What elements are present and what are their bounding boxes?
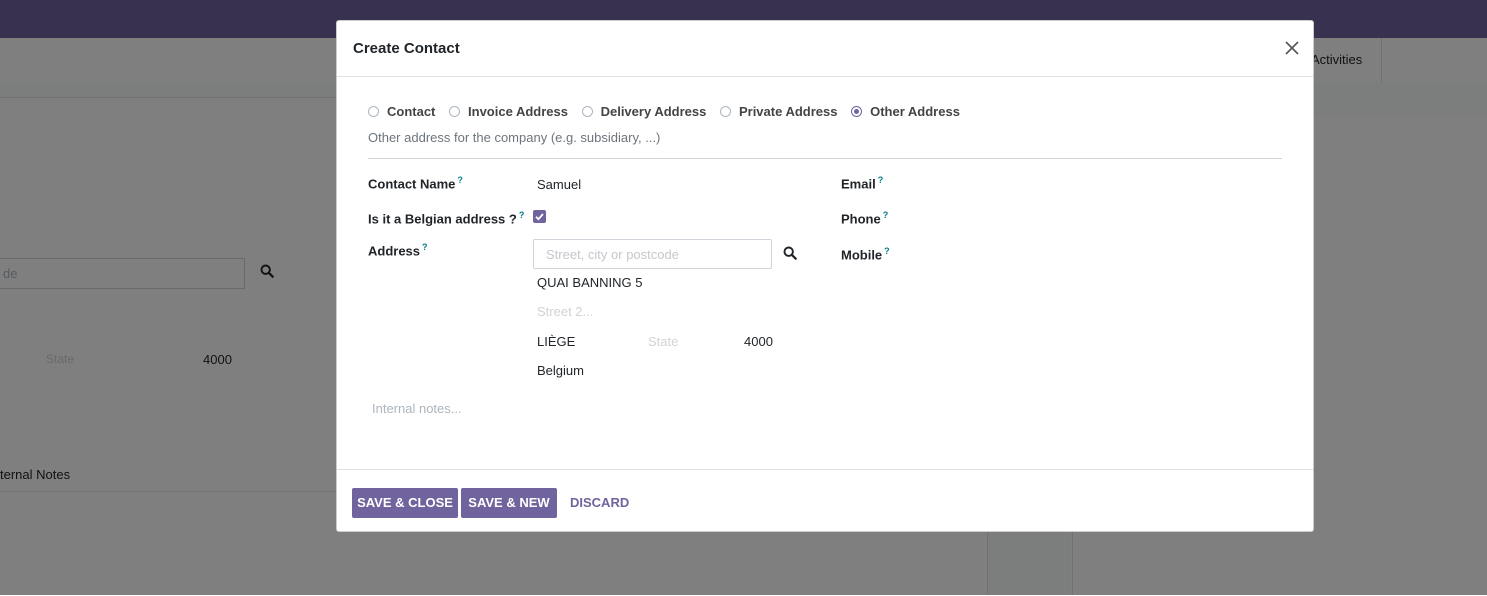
modal-title: Create Contact: [353, 40, 460, 57]
radio-delivery-address[interactable]: Delivery Address: [581, 104, 707, 119]
radio-label: Other Address: [870, 104, 960, 119]
internal-notes-field[interactable]: Internal notes...: [372, 401, 462, 416]
search-icon[interactable]: [783, 246, 797, 260]
radio-private-address[interactable]: Private Address: [719, 104, 838, 119]
address-search-input[interactable]: [533, 239, 772, 269]
belgian-address-label: Is it a Belgian address ??: [368, 210, 525, 227]
email-label: Email?: [841, 175, 884, 192]
close-icon[interactable]: [1283, 39, 1301, 57]
mobile-label: Mobile?: [841, 246, 890, 263]
help-tooltip[interactable]: ?: [884, 246, 890, 256]
radio-label: Delivery Address: [600, 104, 707, 119]
contact-name-field[interactable]: Samuel: [537, 177, 581, 192]
state-field[interactable]: State: [648, 334, 678, 349]
radio-button[interactable]: [581, 106, 593, 117]
country-field[interactable]: Belgium: [537, 363, 584, 378]
modal-header: Create Contact: [337, 21, 1313, 77]
phone-label: Phone?: [841, 210, 889, 227]
divider: [368, 158, 1282, 159]
radio-button[interactable]: [719, 106, 731, 117]
modal-body: Contact Invoice Address Delivery Address…: [337, 77, 1313, 469]
help-tooltip[interactable]: ?: [519, 210, 525, 220]
belgian-address-checkbox[interactable]: [533, 210, 546, 223]
create-contact-dialog: Create Contact Contact Invoice Address D…: [336, 20, 1314, 532]
zip-field[interactable]: 4000: [744, 334, 773, 349]
radio-label: Private Address: [738, 104, 838, 119]
address-type-radio-group: Contact Invoice Address Delivery Address…: [368, 104, 970, 120]
save-and-close-button[interactable]: SAVE & CLOSE: [352, 488, 458, 518]
street-field[interactable]: QUAI BANNING 5: [537, 275, 642, 290]
save-and-new-button[interactable]: SAVE & NEW: [461, 488, 557, 518]
contact-name-label: Contact Name?: [368, 175, 463, 192]
radio-button-checked[interactable]: [851, 106, 863, 117]
help-tooltip[interactable]: ?: [457, 175, 463, 185]
radio-contact[interactable]: Contact: [368, 104, 435, 119]
radio-button[interactable]: [368, 106, 379, 117]
discard-button[interactable]: DISCARD: [570, 488, 629, 518]
radio-invoice-address[interactable]: Invoice Address: [449, 104, 568, 119]
check-icon: [535, 213, 544, 221]
radio-label: Invoice Address: [468, 104, 568, 119]
city-field[interactable]: LIÈGE: [537, 334, 575, 349]
help-tooltip[interactable]: ?: [422, 242, 428, 252]
radio-other-address[interactable]: Other Address: [851, 104, 960, 119]
street2-field[interactable]: Street 2...: [537, 304, 593, 319]
modal-footer: SAVE & CLOSE SAVE & NEW DISCARD: [337, 469, 1313, 532]
address-type-description: Other address for the company (e.g. subs…: [368, 130, 661, 145]
radio-button[interactable]: [449, 106, 461, 117]
help-tooltip[interactable]: ?: [878, 175, 884, 185]
help-tooltip[interactable]: ?: [883, 210, 889, 220]
radio-label: Contact: [387, 104, 436, 119]
address-label: Address?: [368, 242, 428, 259]
